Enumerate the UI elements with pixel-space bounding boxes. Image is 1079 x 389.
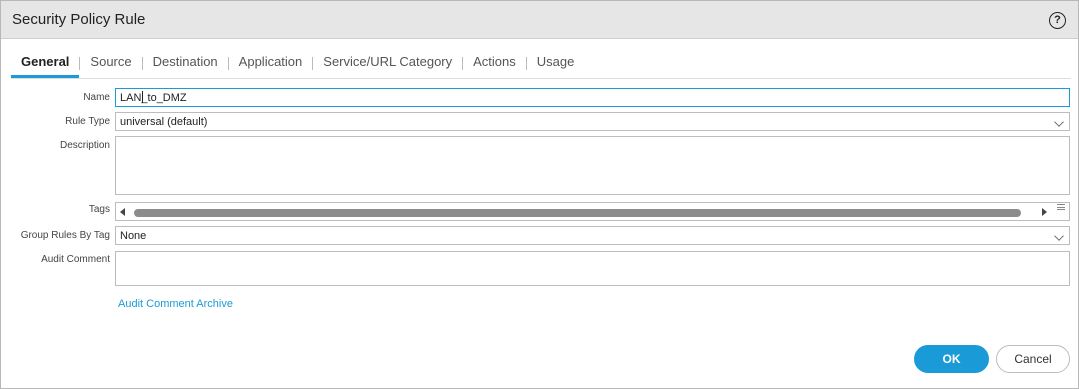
audit-comment-textarea[interactable] (115, 251, 1070, 286)
tags-label: Tags (88, 204, 110, 215)
tab-bar: General Source Destination Application S… (11, 47, 584, 79)
tab-application[interactable]: Application (229, 47, 313, 77)
scroll-left-arrow-icon[interactable] (120, 208, 125, 216)
rule-type-select[interactable]: universal (default) (115, 112, 1070, 131)
menu-lines-icon[interactable] (1057, 204, 1065, 210)
dialog-title: Security Policy Rule (12, 11, 146, 28)
dialog-titlebar: Security Policy Rule ? (1, 1, 1078, 39)
text-cursor (142, 91, 143, 103)
audit-comment-label: Audit Comment (41, 254, 110, 265)
tags-input[interactable] (115, 202, 1070, 221)
name-input-value: LAN_to_DMZ (120, 92, 187, 104)
audit-comment-archive-link[interactable]: Audit Comment Archive (118, 298, 233, 310)
security-policy-rule-dialog: Security Policy Rule ? General Source De… (0, 0, 1079, 389)
group-rules-by-tag-label: Group Rules By Tag (20, 230, 110, 241)
ok-button[interactable]: OK (914, 345, 989, 373)
tab-source[interactable]: Source (80, 47, 141, 77)
rule-type-value: universal (default) (120, 116, 208, 128)
description-textarea[interactable] (115, 136, 1070, 195)
cancel-button[interactable]: Cancel (996, 345, 1070, 373)
name-label: Name (83, 92, 110, 103)
tab-destination[interactable]: Destination (143, 47, 228, 77)
rule-type-label: Rule Type (65, 116, 110, 127)
chevron-down-icon (1054, 117, 1064, 127)
tab-divider (11, 78, 1071, 79)
tab-service-url-category[interactable]: Service/URL Category (313, 47, 462, 77)
name-input[interactable]: LAN_to_DMZ (115, 88, 1070, 107)
description-label: Description (59, 140, 110, 151)
tab-general[interactable]: General (11, 47, 80, 78)
scroll-right-arrow-icon[interactable] (1042, 208, 1047, 216)
horizontal-scrollbar-thumb[interactable] (134, 209, 1021, 217)
tab-usage[interactable]: Usage (527, 47, 585, 77)
group-rules-by-tag-select[interactable]: None (115, 226, 1070, 245)
chevron-down-icon (1054, 231, 1064, 241)
help-icon[interactable]: ? (1049, 12, 1066, 29)
group-rules-by-tag-value: None (120, 230, 147, 242)
tab-actions[interactable]: Actions (463, 47, 526, 77)
